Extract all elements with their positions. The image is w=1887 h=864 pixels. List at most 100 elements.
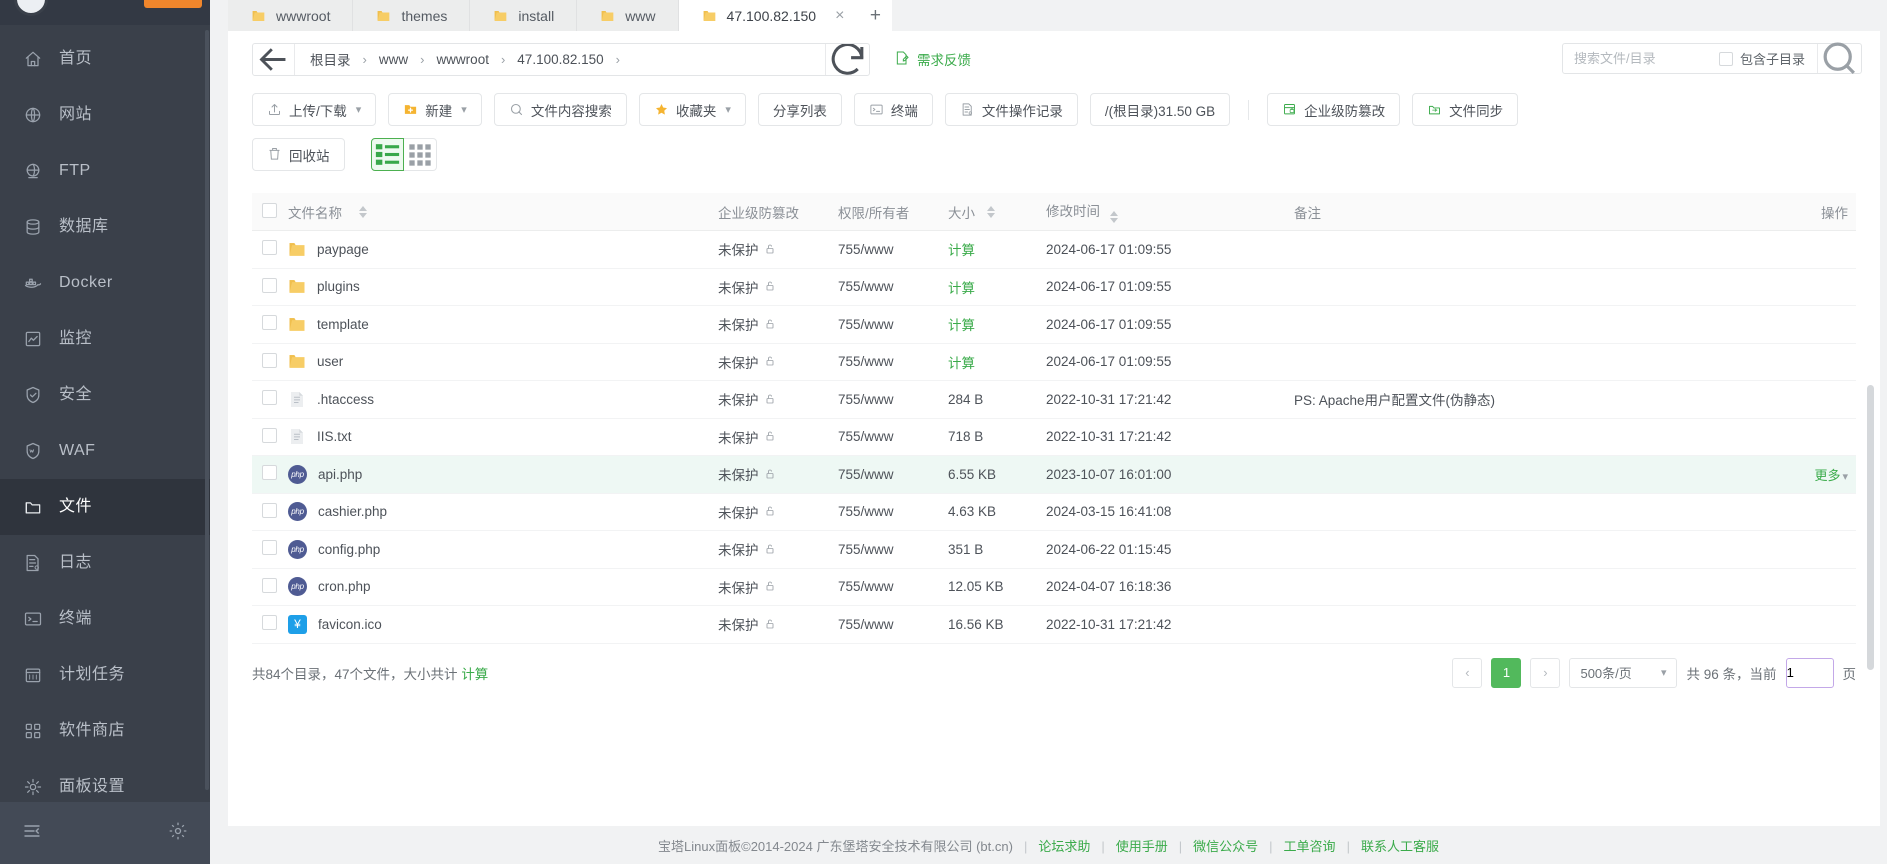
table-row[interactable]: template 未保护 755/www 计算 2024-06-17 01:09:55: [252, 306, 1856, 344]
cell-permission[interactable]: 755/www: [838, 579, 948, 594]
cell-permission[interactable]: 755/www: [838, 429, 948, 444]
cell-permission[interactable]: 755/www: [838, 392, 948, 407]
breadcrumb-item-根目录[interactable]: 根目录: [307, 49, 354, 69]
page-next-button[interactable]: ›: [1530, 657, 1561, 688]
grid-view-icon[interactable]: [403, 138, 437, 171]
cell-protection[interactable]: 未保护: [718, 464, 838, 484]
calc-size-link[interactable]: 计算: [948, 314, 975, 334]
sidebar-item-网站[interactable]: 网站: [0, 87, 210, 143]
row-checkbox[interactable]: [262, 615, 277, 631]
toolbar-button-企业级防篡改[interactable]: 企业级防篡改: [1267, 93, 1401, 126]
row-checkbox[interactable]: [262, 465, 277, 481]
table-row[interactable]: ¥ favicon.ico 未保护 755/www 16.56 KB 2022-10-31…: [252, 606, 1856, 644]
search-submit-button[interactable]: [1817, 42, 1861, 74]
sort-mtime-icon[interactable]: [1109, 211, 1118, 223]
cell-permission[interactable]: 755/www: [838, 617, 948, 632]
cell-protection[interactable]: 未保护: [718, 577, 838, 597]
calc-size-link[interactable]: 计算: [948, 277, 975, 297]
cell-protection[interactable]: 未保护: [718, 502, 838, 522]
cell-protection[interactable]: 未保护: [718, 314, 838, 334]
cell-permission[interactable]: 755/www: [838, 354, 948, 369]
page-jump-input[interactable]: [1785, 657, 1834, 688]
cell-file-name[interactable]: php config.php: [288, 539, 718, 559]
cell-file-name[interactable]: user: [288, 352, 718, 371]
cell-file-name[interactable]: ¥ favicon.ico: [288, 614, 718, 634]
cell-protection[interactable]: 未保护: [718, 239, 838, 259]
breadcrumb-item-www[interactable]: www: [376, 52, 411, 67]
table-row[interactable]: IIS.txt 未保护 755/www 718 B 2022-10-31 17:21:4…: [252, 419, 1856, 456]
cell-permission[interactable]: 755/www: [838, 242, 948, 257]
sidebar-item-日志[interactable]: 日志: [0, 535, 210, 591]
page-prev-button[interactable]: ‹: [1452, 657, 1483, 688]
cell-protection[interactable]: 未保护: [718, 352, 838, 372]
toolbar-button-/(根目录)31.50 GB[interactable]: /(根目录)31.50 GB: [1089, 93, 1231, 126]
cell-permission[interactable]: 755/www: [838, 542, 948, 557]
footer-link-工单咨询[interactable]: 工单咨询: [1284, 839, 1336, 854]
new-tab-button[interactable]: +: [858, 0, 893, 31]
sidebar-item-软件商店[interactable]: 软件商店: [0, 703, 210, 759]
footer-link-论坛求助[interactable]: 论坛求助: [1038, 839, 1090, 854]
list-view-icon[interactable]: [370, 138, 404, 171]
recycle-bin-button[interactable]: 回收站: [252, 138, 345, 171]
cell-protection[interactable]: 未保护: [718, 389, 838, 409]
row-checkbox[interactable]: [262, 540, 277, 556]
summary-calc-link[interactable]: 计算: [461, 667, 488, 682]
toolbar-button-文件内容搜索[interactable]: 文件内容搜索: [493, 93, 627, 126]
cell-protection[interactable]: 未保护: [718, 427, 838, 447]
cell-file-name[interactable]: paypage: [288, 240, 718, 259]
cell-permission[interactable]: 755/www: [838, 467, 948, 482]
refresh-button[interactable]: [825, 43, 869, 75]
footer-link-使用手册[interactable]: 使用手册: [1116, 839, 1168, 854]
file-tab-install[interactable]: install: [470, 0, 578, 31]
toolbar-button-终端[interactable]: 终端: [853, 93, 933, 126]
table-row[interactable]: paypage 未保护 755/www 计算 2024-06-17 01:09:55: [252, 231, 1856, 269]
include-subdir-toggle[interactable]: 包含子目录: [1718, 49, 1817, 68]
search-input[interactable]: [1562, 44, 1719, 73]
sidebar-scrollbar[interactable]: [205, 30, 209, 790]
file-tab-www[interactable]: www: [577, 0, 679, 31]
row-checkbox[interactable]: [262, 315, 277, 331]
toolbar-button-文件同步[interactable]: 文件同步: [1412, 93, 1519, 126]
sidebar-item-Docker[interactable]: Docker: [0, 255, 210, 311]
cell-permission[interactable]: 755/www: [838, 504, 948, 519]
toolbar-button-分享列表[interactable]: 分享列表: [757, 93, 842, 126]
footer-link-联系人工客服[interactable]: 联系人工客服: [1361, 839, 1439, 854]
row-checkbox[interactable]: [262, 577, 277, 593]
toolbar-button-文件操作记录[interactable]: 文件操作记录: [944, 93, 1078, 126]
cell-file-name[interactable]: php cashier.php: [288, 502, 718, 522]
close-icon[interactable]: ×: [835, 7, 844, 24]
sidebar-item-计划任务[interactable]: 计划任务: [0, 647, 210, 703]
cell-protection[interactable]: 未保护: [718, 614, 838, 634]
settings-gear-icon[interactable]: [168, 821, 188, 846]
checkbox-icon[interactable]: [1718, 51, 1733, 66]
page-current-button[interactable]: 1: [1491, 657, 1522, 688]
sidebar-item-FTP[interactable]: FTP: [0, 143, 210, 199]
header-size[interactable]: 大小: [948, 202, 1046, 222]
row-checkbox[interactable]: [262, 277, 277, 293]
sort-size-icon[interactable]: [987, 205, 995, 218]
breadcrumb-item-wwwroot[interactable]: wwwroot: [433, 52, 492, 67]
page-size-select[interactable]: 500条/页 ▾: [1569, 657, 1678, 688]
sidebar-item-数据库[interactable]: 数据库: [0, 199, 210, 255]
notice-badge[interactable]: [144, 0, 202, 8]
cell-file-name[interactable]: php cron.php: [288, 577, 718, 597]
row-checkbox[interactable]: [262, 390, 277, 406]
row-checkbox[interactable]: [262, 427, 277, 443]
file-tab-47.100.82.150[interactable]: 47.100.82.150 ×: [678, 0, 859, 31]
cell-file-name[interactable]: .htaccess: [288, 390, 718, 409]
cell-permission[interactable]: 755/www: [838, 317, 948, 332]
footer-link-微信公众号[interactable]: 微信公众号: [1193, 839, 1258, 854]
file-tab-themes[interactable]: themes: [353, 0, 471, 31]
sidebar-item-安全[interactable]: 安全: [0, 367, 210, 423]
table-row[interactable]: .htaccess 未保护 755/www 284 B 2022-10-31 17:21…: [252, 381, 1856, 419]
table-row[interactable]: php config.php 未保护 755/www 351 B 2024-06-22 0…: [252, 531, 1856, 569]
table-row[interactable]: plugins 未保护 755/www 计算 2024-06-17 01:09:55: [252, 269, 1856, 306]
cell-protection[interactable]: 未保护: [718, 539, 838, 559]
table-row[interactable]: php cron.php 未保护 755/www 12.05 KB 2024-04-07 …: [252, 569, 1856, 606]
row-checkbox[interactable]: [262, 502, 277, 518]
select-all-checkbox[interactable]: [262, 202, 277, 218]
table-scrollbar[interactable]: [1867, 385, 1874, 670]
header-mtime[interactable]: 修改时间: [1046, 200, 1294, 223]
toolbar-button-收藏夹[interactable]: 收藏夹 ▾: [638, 93, 746, 126]
sidebar-item-终端[interactable]: 终端: [0, 591, 210, 647]
